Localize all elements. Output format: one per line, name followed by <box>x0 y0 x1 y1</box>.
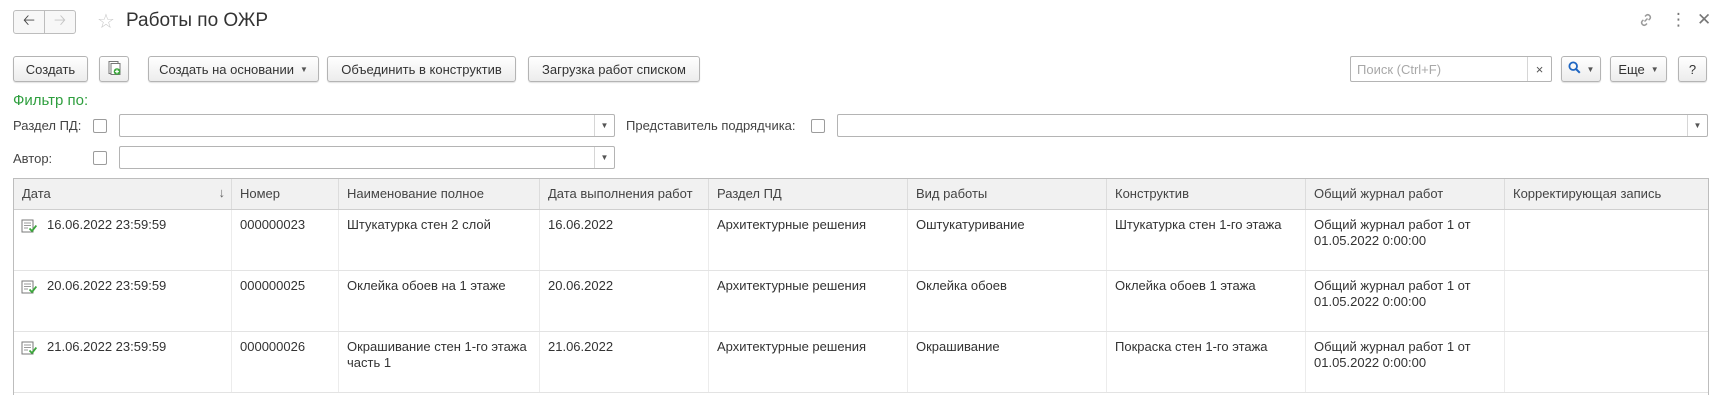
cell-name: Окрашивание стен 1-го этажа часть 1 <box>339 332 540 392</box>
cell-done-date: 16.06.2022 <box>540 210 709 270</box>
create-based-on-label: Создать на основании <box>159 61 294 77</box>
cell-name: Оклейка обоев на 1 этаже <box>339 271 540 331</box>
column-header-number[interactable]: Номер <box>232 179 339 209</box>
author-checkbox[interactable] <box>93 151 107 165</box>
cell-done-date: 21.06.2022 <box>540 332 709 392</box>
cell-number: 000000026 <box>232 332 339 392</box>
cell-section: Архитектурные решения <box>709 271 908 331</box>
star-icon[interactable]: ☆ <box>97 9 115 34</box>
merge-construct-button[interactable]: Объединить в конструктив <box>327 56 516 82</box>
cell-name: Штукатурка стен 2 слой <box>339 210 540 270</box>
cell-done-date: 20.06.2022 <box>540 271 709 331</box>
cell-date: 16.06.2022 23:59:59 <box>14 210 232 270</box>
link-icon[interactable] <box>1638 12 1654 33</box>
table-row[interactable]: 20.06.2022 23:59:59 000000025 Оклейка об… <box>14 271 1708 332</box>
document-posted-icon <box>21 341 38 355</box>
close-icon[interactable]: ✕ <box>1697 10 1711 30</box>
help-button[interactable]: ? <box>1678 56 1707 82</box>
cell-date: 21.06.2022 23:59:59 <box>14 332 232 392</box>
forward-button[interactable]: 🡢 <box>44 10 76 34</box>
cell-number: 000000025 <box>232 271 339 331</box>
cell-section: Архитектурные решения <box>709 210 908 270</box>
load-works-list-button[interactable]: Загрузка работ списком <box>528 56 700 82</box>
section-pd-checkbox[interactable] <box>93 119 107 133</box>
dropdown-arrow-icon[interactable]: ▼ <box>594 147 614 168</box>
contractor-select[interactable]: ▼ <box>837 114 1708 137</box>
cell-journal: Общий журнал работ 1 от 01.05.2022 0:00:… <box>1306 271 1505 331</box>
document-posted-icon <box>21 219 38 233</box>
column-header-section[interactable]: Раздел ПД <box>709 179 908 209</box>
arrow-left-icon: 🡠 <box>22 11 36 29</box>
section-pd-select[interactable]: ▼ <box>119 114 615 137</box>
column-header-construct[interactable]: Конструктив <box>1107 179 1306 209</box>
page-title: Работы по ОЖР <box>126 10 268 31</box>
filter-header: Фильтр по: <box>13 92 89 109</box>
more-actions-button[interactable]: Еще ▼ <box>1610 56 1667 82</box>
cell-work-type: Оштукатуривание <box>908 210 1107 270</box>
column-header-date[interactable]: Дата ↓ <box>14 179 232 209</box>
table-header: Дата ↓ Номер Наименование полное Дата вы… <box>14 179 1708 210</box>
chevron-down-icon: ▼ <box>299 64 308 74</box>
cell-correction <box>1505 332 1708 392</box>
cell-construct: Оклейка обоев 1 этажа <box>1107 271 1306 331</box>
arrow-right-icon: 🡢 <box>53 11 67 29</box>
more-vertical-icon[interactable]: ⋮ <box>1670 10 1687 30</box>
help-label: ? <box>1688 61 1697 77</box>
cell-work-type: Окрашивание <box>908 332 1107 392</box>
cell-correction <box>1505 271 1708 331</box>
back-button[interactable]: 🡠 <box>13 10 45 34</box>
cell-correction <box>1505 210 1708 270</box>
document-posted-icon <box>21 280 38 294</box>
column-header-name[interactable]: Наименование полное <box>339 179 540 209</box>
table-row[interactable]: 16.06.2022 23:59:59 000000023 Штукатурка… <box>14 210 1708 271</box>
copy-document-button[interactable] <box>99 56 129 82</box>
cell-journal: Общий журнал работ 1 от 01.05.2022 0:00:… <box>1306 332 1505 392</box>
close-icon: × <box>1535 61 1544 77</box>
dropdown-arrow-icon[interactable]: ▼ <box>1687 115 1707 136</box>
cell-number: 000000023 <box>232 210 339 270</box>
load-works-list-label: Загрузка работ списком <box>542 61 686 77</box>
sort-desc-icon: ↓ <box>218 185 226 200</box>
create-button-label: Создать <box>25 61 76 77</box>
cell-construct: Штукатурка стен 1-го этажа <box>1107 210 1306 270</box>
clear-search-button[interactable]: × <box>1527 57 1551 81</box>
cell-date: 20.06.2022 23:59:59 <box>14 271 232 331</box>
cell-construct: Покраска стен 1-го этажа <box>1107 332 1306 392</box>
table-row[interactable]: 21.06.2022 23:59:59 000000026 Окрашивани… <box>14 332 1708 393</box>
more-actions-label: Еще <box>1618 61 1645 77</box>
column-header-correction[interactable]: Корректирующая запись <box>1505 179 1708 209</box>
cell-work-type: Оклейка обоев <box>908 271 1107 331</box>
search-button[interactable]: ▼ <box>1561 56 1601 82</box>
cell-journal: Общий журнал работ 1 от 01.05.2022 0:00:… <box>1306 210 1505 270</box>
column-header-done-date[interactable]: Дата выполнения работ <box>540 179 709 209</box>
search-field[interactable]: × <box>1350 56 1552 82</box>
search-icon <box>1568 61 1581 77</box>
works-table[interactable]: Дата ↓ Номер Наименование полное Дата вы… <box>13 178 1709 395</box>
column-header-work-type[interactable]: Вид работы <box>908 179 1107 209</box>
create-button[interactable]: Создать <box>13 56 88 82</box>
merge-construct-label: Объединить в конструктив <box>341 61 502 77</box>
copy-document-icon <box>106 60 122 79</box>
chevron-down-icon: ▼ <box>1650 64 1659 74</box>
contractor-checkbox[interactable] <box>811 119 825 133</box>
cell-section: Архитектурные решения <box>709 332 908 392</box>
contractor-label: Представитель подрядчика: <box>626 118 796 133</box>
author-label: Автор: <box>13 151 53 166</box>
dropdown-arrow-icon[interactable]: ▼ <box>594 115 614 136</box>
column-header-journal[interactable]: Общий журнал работ <box>1306 179 1505 209</box>
search-input[interactable] <box>1351 57 1529 81</box>
create-based-on-button[interactable]: Создать на основании ▼ <box>148 56 319 82</box>
section-pd-label: Раздел ПД: <box>13 118 82 133</box>
author-select[interactable]: ▼ <box>119 146 615 169</box>
chevron-down-icon: ▼ <box>1586 64 1595 74</box>
